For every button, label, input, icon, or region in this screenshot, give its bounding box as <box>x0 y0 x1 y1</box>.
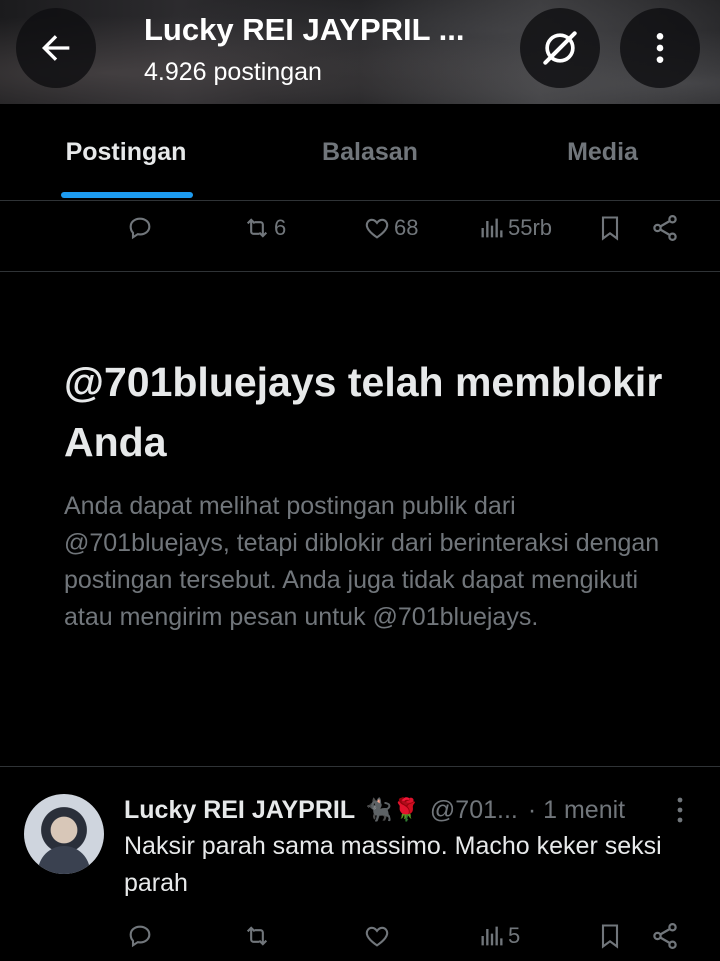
reply-button[interactable] <box>126 906 156 961</box>
share-button[interactable] <box>650 906 680 961</box>
post-timestamp: · 1 menit <box>527 795 626 824</box>
repost-button[interactable] <box>242 906 274 961</box>
post-count: 4.926 postingan <box>144 58 322 86</box>
avatar[interactable] <box>24 794 104 874</box>
more-options-button[interactable] <box>620 8 700 88</box>
like-button[interactable]: 68 <box>362 198 418 258</box>
tab-balasan[interactable]: Balasan <box>270 104 470 200</box>
post-header: Lucky REI JAYPRIL 🐈‍⬛🌹 @701... · 1 menit <box>124 792 644 828</box>
repost-button[interactable]: 6 <box>242 198 286 258</box>
tab-postingan[interactable]: Postingan <box>30 104 222 200</box>
grok-button[interactable] <box>520 8 600 88</box>
post-action-bar: 6 68 55rb <box>0 198 720 258</box>
bookmark-button[interactable] <box>596 198 624 258</box>
profile-title: Lucky REI JAYPRIL ... <box>144 12 465 47</box>
tab-media[interactable]: Media <box>500 104 705 200</box>
blocked-description: Anda dapat melihat postingan publik dari… <box>64 492 660 631</box>
profile-page: Lucky REI JAYPRIL ... 4.926 postingan Po… <box>0 0 720 961</box>
repost-count: 6 <box>274 215 287 240</box>
like-count: 68 <box>394 215 419 240</box>
bookmark-icon <box>601 216 619 241</box>
post-text: Naksir parah sama massimo. Macho keker s… <box>124 832 662 897</box>
divider <box>0 766 720 767</box>
divider <box>0 271 720 272</box>
views-icon <box>481 926 503 946</box>
like-button[interactable] <box>362 906 394 961</box>
reply-icon <box>129 925 151 948</box>
bookmark-icon <box>601 924 619 949</box>
more-vertical-icon <box>677 797 683 823</box>
share-button[interactable] <box>650 198 680 258</box>
back-button[interactable] <box>16 8 96 88</box>
views-icon <box>481 218 503 238</box>
more-vertical-icon <box>656 33 664 63</box>
reply-icon <box>129 217 151 240</box>
profile-header: Lucky REI JAYPRIL ... 4.926 postingan <box>0 0 720 104</box>
share-icon <box>653 215 677 241</box>
blocked-title: @701bluejays telah memblokir Anda <box>64 359 663 465</box>
reply-button[interactable] <box>126 198 156 258</box>
repost-icon <box>246 218 268 238</box>
back-arrow-icon <box>42 35 70 61</box>
post-more-button[interactable] <box>668 794 692 826</box>
post-author-emoji: 🐈‍⬛🌹 <box>365 797 420 822</box>
share-icon <box>653 923 677 949</box>
grok-icon <box>543 31 577 65</box>
bookmark-button[interactable] <box>596 906 624 961</box>
post-author-handle[interactable]: @701... <box>430 796 518 825</box>
like-icon <box>365 926 389 947</box>
profile-tabs: Postingan Balasan Media <box>0 104 720 201</box>
views-button[interactable]: 5 <box>478 906 520 961</box>
like-icon <box>365 218 389 239</box>
repost-icon <box>246 926 268 946</box>
views-button[interactable]: 55rb <box>478 198 552 258</box>
views-count: 5 <box>508 923 521 948</box>
views-count: 55rb <box>508 215 553 240</box>
post-author-name[interactable]: Lucky REI JAYPRIL <box>124 796 355 825</box>
post-action-bar: 5 <box>0 906 720 961</box>
